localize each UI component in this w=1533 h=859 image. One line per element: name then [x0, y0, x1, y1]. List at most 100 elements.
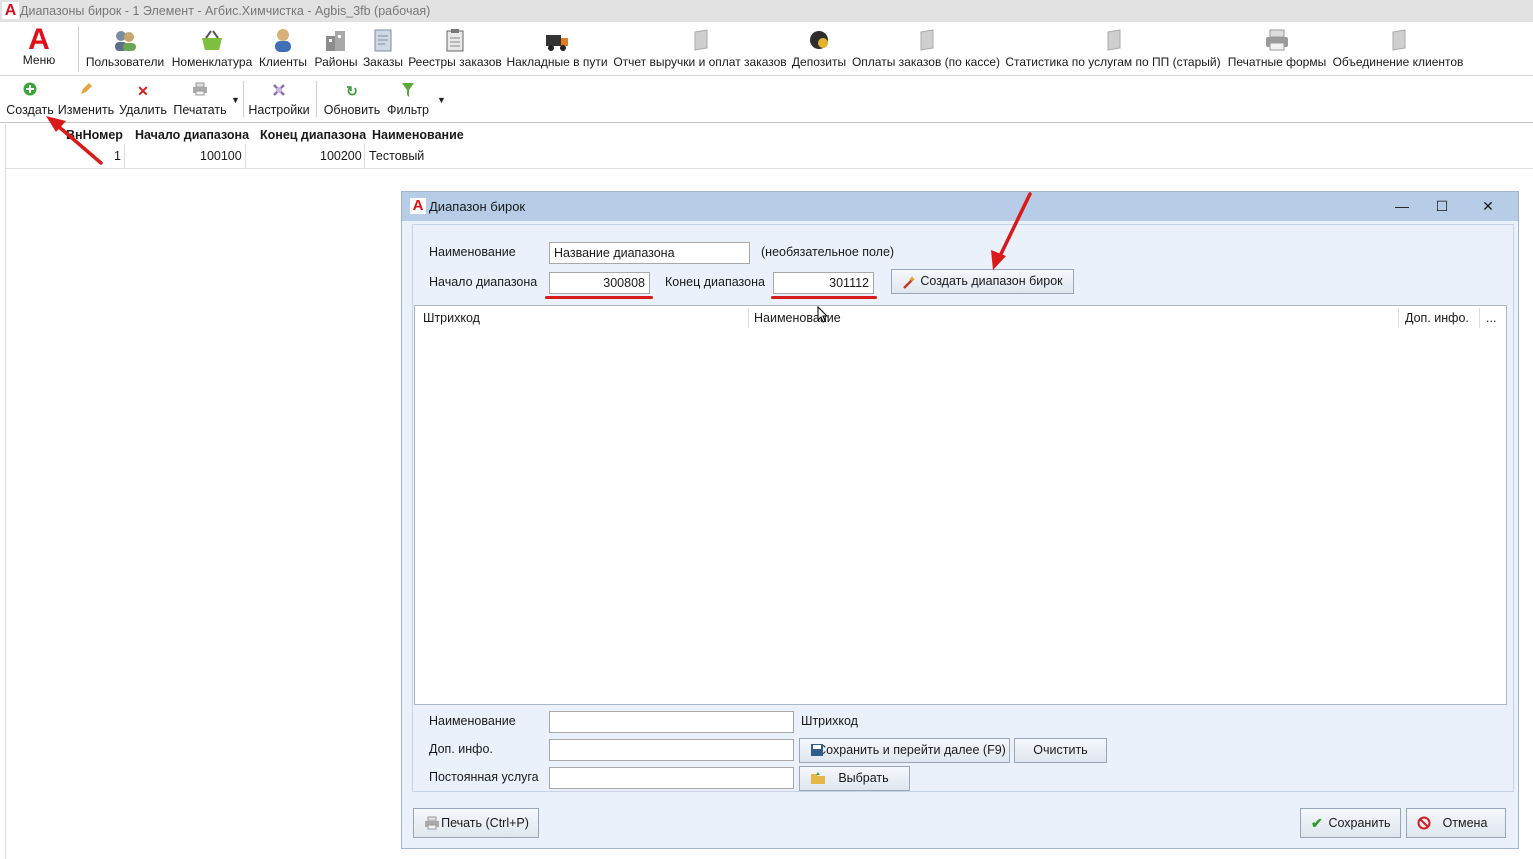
list-separator — [1398, 308, 1399, 328]
column-header-name[interactable]: Наименование — [372, 128, 464, 142]
refresh-button[interactable]: ↻ Обновить — [322, 77, 382, 121]
report-icon — [913, 28, 939, 52]
create-button[interactable]: Создать — [5, 77, 55, 121]
deposits-icon — [806, 28, 832, 52]
dialog-title: Диапазон бирок — [429, 199, 526, 214]
edit-button[interactable]: Изменить — [57, 77, 115, 121]
toolbar-nomenclature[interactable]: Номенклатура — [170, 22, 254, 76]
extra-info-label: Доп. инфо. — [429, 742, 493, 756]
save-button[interactable]: ✔ Сохранить — [1300, 808, 1401, 838]
toolbar-label: Реестры заказов — [408, 55, 502, 69]
column-header-barcode[interactable]: Штрихкод — [423, 311, 480, 325]
window-title: Диапазоны бирок - 1 Элемент - Агбис.Химч… — [20, 4, 431, 18]
extra-info-input[interactable] — [549, 739, 794, 761]
minimize-button[interactable]: — — [1380, 192, 1424, 220]
toolbar-separator — [243, 81, 244, 117]
column-header-start[interactable]: Начало диапазона — [135, 128, 249, 142]
create-range-button[interactable]: Создать диапазон бирок — [891, 269, 1074, 294]
toolbar-label: Депозиты — [791, 55, 847, 69]
filter-dropdown-icon[interactable]: ▼ — [437, 95, 446, 105]
toolbar-label: Оплаты заказов (по кассе) — [851, 55, 1001, 69]
truck-icon — [544, 28, 570, 52]
annotation-underline — [771, 296, 877, 299]
clear-button[interactable]: Очистить — [1014, 738, 1107, 763]
plus-icon — [20, 82, 40, 100]
app-logo-icon: A — [2, 2, 19, 19]
toolbar-service-stats[interactable]: Статистика по услугам по ПП (старый) — [1003, 22, 1223, 76]
toolbar-separator — [78, 26, 79, 72]
bottom-name-input[interactable] — [549, 711, 794, 733]
toolbar-label: Заказы — [362, 55, 404, 69]
toolbar-separator — [316, 81, 317, 117]
toolbar-deposits[interactable]: Депозиты — [790, 22, 848, 76]
action-toolbar: Создать Изменить ✕ Удалить Печатать ▼ На… — [0, 77, 1533, 123]
settings-button[interactable]: Настройки — [247, 77, 311, 121]
column-header-end[interactable]: Конец диапазона — [260, 128, 366, 142]
range-name-input[interactable]: Название диапазона — [549, 242, 750, 264]
save-next-button[interactable]: Сохранить и перейти далее (F9) — [799, 738, 1010, 763]
service-input[interactable] — [549, 767, 794, 789]
delete-label: Удалить — [119, 103, 167, 117]
cancel-icon — [1417, 809, 1431, 839]
filter-label: Фильтр — [387, 103, 429, 117]
print-button[interactable]: Печатать — [171, 77, 229, 121]
save-label: Сохранить — [1328, 816, 1391, 830]
range-end-input[interactable]: 301112 — [773, 272, 874, 294]
dialog-title-bar: A Диапазон бирок — ☐ ✕ — [402, 192, 1518, 221]
print-label: Печатать — [173, 103, 227, 117]
ranges-grid: ВнНомер Начало диапазона Конец диапазона… — [6, 124, 1533, 170]
printer-icon — [1264, 28, 1290, 52]
toolbar-revenue-report[interactable]: Отчет выручки и оплат заказов — [612, 22, 788, 76]
barcode-list[interactable]: Штрихкод Наименование Доп. инфо. ... — [414, 305, 1507, 705]
menu-button[interactable]: A Меню — [14, 22, 64, 76]
save-next-label: Сохранить и перейти далее (F9) — [817, 743, 1006, 757]
toolbar-users[interactable]: Пользователи — [85, 22, 165, 76]
end-label: Конец диапазона — [665, 275, 765, 289]
toolbar-print-forms[interactable]: Печатные формы — [1225, 22, 1329, 76]
wand-icon — [902, 270, 918, 297]
printer-icon — [424, 810, 440, 839]
toolbar-waybills[interactable]: Накладные в пути — [505, 22, 609, 76]
print-dropdown-icon[interactable]: ▼ — [231, 95, 240, 105]
grid-left-border — [5, 124, 6, 859]
column-header-id[interactable]: ВнНомер — [66, 128, 123, 142]
toolbar-districts[interactable]: Районы — [312, 22, 360, 76]
toolbar-label: Статистика по услугам по ПП (старый) — [1005, 55, 1221, 69]
column-header-more[interactable]: ... — [1486, 311, 1496, 325]
toolbar-orders[interactable]: Заказы — [362, 22, 404, 76]
choose-button[interactable]: Выбрать — [799, 766, 910, 791]
toolbar-clients[interactable]: Клиенты — [257, 22, 309, 76]
report-icon — [1100, 28, 1126, 52]
column-header-extra-info[interactable]: Доп. инфо. — [1405, 311, 1469, 325]
close-button[interactable]: ✕ — [1466, 192, 1510, 220]
maximize-button[interactable]: ☐ — [1420, 192, 1464, 220]
toolbar-merge-clients[interactable]: Объединение клиентов — [1331, 22, 1465, 76]
clipboard-icon — [442, 28, 468, 52]
toolbar-order-registers[interactable]: Реестры заказов — [408, 22, 502, 76]
toolbar-label: Номенклатура — [171, 55, 253, 69]
list-separator — [1479, 308, 1480, 328]
toolbar-order-payments[interactable]: Оплаты заказов (по кассе) — [851, 22, 1001, 76]
report-icon — [687, 28, 713, 52]
client-icon — [270, 28, 296, 52]
printer-icon — [190, 82, 210, 100]
create-label: Создать — [6, 103, 54, 117]
range-start-input[interactable]: 300808 — [549, 272, 650, 294]
main-toolbar: A Меню Пользователи Номенклатура Клиенты… — [0, 22, 1533, 76]
dialog-logo-icon: A — [410, 198, 426, 214]
edit-label: Изменить — [57, 103, 115, 117]
pencil-icon — [76, 82, 96, 100]
refresh-icon: ↻ — [346, 83, 358, 99]
toolbar-label: Районы — [314, 55, 358, 69]
print-ctrl-p-button[interactable]: Печать (Ctrl+P) — [413, 808, 539, 838]
toolbar-label: Объединение клиентов — [1332, 55, 1464, 69]
buildings-icon — [323, 28, 349, 52]
cancel-button[interactable]: Отмена — [1406, 808, 1506, 838]
filter-button[interactable]: Фильтр — [385, 77, 431, 121]
cell-end: 100200 — [320, 149, 362, 163]
delete-button[interactable]: ✕ Удалить — [118, 77, 168, 121]
users-icon — [112, 28, 138, 52]
cell-id: 1 — [114, 149, 121, 163]
toolbar-label: Печатные формы — [1227, 55, 1327, 69]
basket-icon — [199, 28, 225, 52]
